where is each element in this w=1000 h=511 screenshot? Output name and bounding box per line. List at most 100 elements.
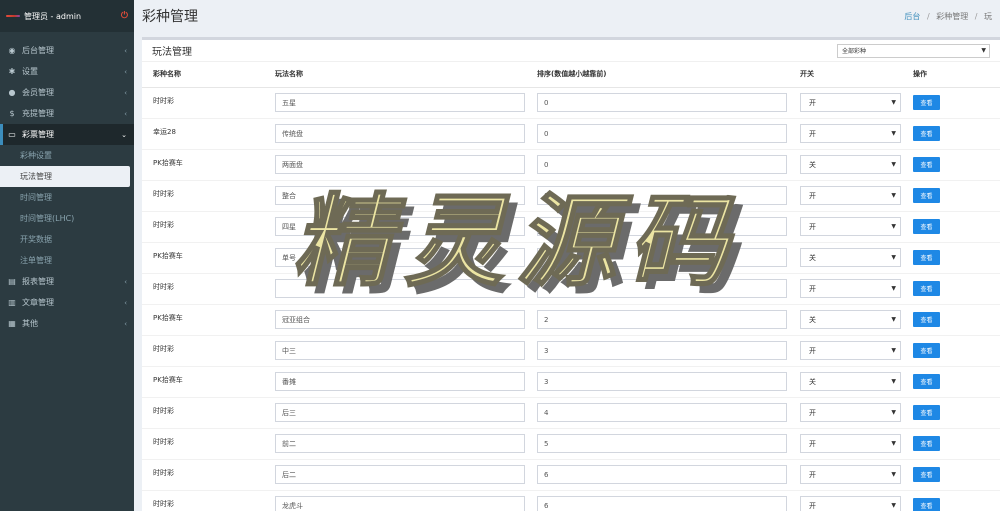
switch-cell: 开 ▼ bbox=[789, 334, 902, 366]
chevron-down-icon: ⌄ bbox=[121, 130, 127, 139]
sidebar-subitem-draw-data[interactable]: 开奖数据 bbox=[0, 229, 134, 250]
play-name-input[interactable]: 两面盘 bbox=[275, 155, 525, 174]
sidebar-item-members[interactable]: ● 会员管理 ‹ bbox=[0, 82, 134, 103]
view-button[interactable]: 查看 bbox=[913, 498, 940, 511]
sort-input[interactable]: 6 bbox=[537, 465, 787, 484]
sidebar-item-dashboard[interactable]: ◉ 后台管理 ‹ bbox=[0, 40, 134, 61]
table-row: 时时彩 后三 4 开 ▼ 查看 bbox=[142, 396, 1000, 428]
view-button[interactable]: 查看 bbox=[913, 343, 940, 358]
chevron-left-icon: ‹ bbox=[124, 67, 127, 76]
play-name-input[interactable]: 五星 bbox=[275, 93, 525, 112]
sort-input[interactable]: 2 bbox=[537, 310, 787, 329]
chevron-left-icon: ‹ bbox=[124, 277, 127, 286]
sort-input[interactable]: 3 bbox=[537, 372, 787, 391]
switch-select[interactable]: 开 ▼ bbox=[800, 465, 901, 484]
view-button[interactable]: 查看 bbox=[913, 126, 940, 141]
power-icon[interactable]: ⏻ bbox=[121, 11, 128, 21]
view-button[interactable]: 查看 bbox=[913, 374, 940, 389]
sidebar-subitem-orders[interactable]: 注单管理 bbox=[0, 250, 134, 271]
switch-select[interactable]: 开 ▼ bbox=[800, 434, 901, 453]
view-button[interactable]: 查看 bbox=[913, 219, 940, 234]
switch-select[interactable]: 开 ▼ bbox=[800, 186, 901, 205]
sort-cell: 3 bbox=[526, 334, 789, 366]
sort-input[interactable]: 5 bbox=[537, 434, 787, 453]
switch-value: 关 bbox=[809, 315, 816, 324]
chevron-left-icon: ‹ bbox=[124, 298, 127, 307]
switch-select[interactable]: 开 ▼ bbox=[800, 279, 901, 298]
view-button[interactable]: 查看 bbox=[913, 188, 940, 203]
breadcrumb-home[interactable]: 后台 bbox=[904, 12, 920, 21]
lottery-icon: ▭ bbox=[8, 130, 16, 139]
switch-select[interactable]: 开 ▼ bbox=[800, 93, 901, 112]
switch-cell: 开 ▼ bbox=[789, 210, 902, 242]
play-name-input[interactable]: 单号 bbox=[275, 248, 525, 267]
play-name-cell: 后二 bbox=[264, 458, 526, 490]
play-name-input[interactable]: 龙虎斗 bbox=[275, 496, 525, 511]
switch-cell: 开 ▼ bbox=[789, 272, 902, 304]
play-name-input[interactable]: 传统盘 bbox=[275, 124, 525, 143]
view-button[interactable]: 查看 bbox=[913, 157, 940, 172]
sort-input[interactable]: 0 bbox=[537, 93, 787, 112]
play-name-input[interactable]: 整合 bbox=[275, 186, 525, 205]
view-button[interactable]: 查看 bbox=[913, 467, 940, 482]
switch-select[interactable]: 开 ▼ bbox=[800, 403, 901, 422]
view-button[interactable]: 查看 bbox=[913, 95, 940, 110]
switch-select[interactable]: 关 ▼ bbox=[800, 310, 901, 329]
sort-input[interactable] bbox=[537, 248, 787, 267]
switch-select[interactable]: 关 ▼ bbox=[800, 372, 901, 391]
sort-input[interactable]: 3 bbox=[537, 341, 787, 360]
view-button[interactable]: 查看 bbox=[913, 250, 940, 265]
sidebar-item-articles[interactable]: ▥ 文章管理 ‹ bbox=[0, 292, 134, 313]
sidebar-subitem-play-management[interactable]: 玩法管理 bbox=[0, 166, 130, 187]
switch-select[interactable]: 关 ▼ bbox=[800, 155, 901, 174]
lottery-filter-select[interactable]: 全部彩种 ▼ bbox=[837, 43, 990, 58]
switch-select[interactable]: 开 ▼ bbox=[800, 217, 901, 236]
sort-input[interactable]: 4 bbox=[537, 403, 787, 422]
play-name-input[interactable]: 番摊 bbox=[275, 372, 525, 391]
table-row: PK拾赛车 两面盘 0 关 ▼ 查看 bbox=[142, 148, 1000, 180]
sort-input[interactable]: 0 bbox=[537, 155, 787, 174]
play-name-input[interactable]: 冠亚组合 bbox=[275, 310, 525, 329]
sort-input[interactable]: 6 bbox=[537, 496, 787, 511]
sidebar-item-settings[interactable]: ✱ 设置 ‹ bbox=[0, 61, 134, 82]
view-button[interactable]: 查看 bbox=[913, 312, 940, 327]
view-button[interactable]: 查看 bbox=[913, 405, 940, 420]
sidebar-item-other[interactable]: ▦ 其他 ‹ bbox=[0, 313, 134, 334]
column-header: 排序(数值越小越靠前) bbox=[526, 62, 789, 88]
play-name-input[interactable]: 四星 bbox=[275, 217, 525, 236]
play-name-input[interactable] bbox=[275, 279, 525, 298]
caret-down-icon: ▼ bbox=[891, 285, 896, 292]
sidebar-item-lottery[interactable]: ▭ 彩票管理 ⌄ bbox=[0, 124, 134, 145]
breadcrumb-item[interactable]: 彩种管理 bbox=[936, 12, 968, 21]
filter-select-value: 全部彩种 bbox=[842, 48, 867, 55]
column-header: 彩种名称 bbox=[142, 62, 264, 88]
sidebar-subitem-time-management-lhc[interactable]: 时间管理(LHC) bbox=[0, 208, 134, 229]
switch-select[interactable]: 关 ▼ bbox=[800, 248, 901, 267]
sidebar-subitem-lottery-settings[interactable]: 彩种设置 bbox=[0, 145, 134, 166]
sort-input[interactable] bbox=[537, 217, 787, 236]
sort-input[interactable]: 0 bbox=[537, 124, 787, 143]
play-name-input[interactable]: 后三 bbox=[275, 403, 525, 422]
caret-down-icon: ▼ bbox=[891, 192, 896, 199]
play-name-input[interactable]: 后二 bbox=[275, 465, 525, 484]
sidebar-subitem-time-management[interactable]: 时间管理 bbox=[0, 187, 134, 208]
view-button[interactable]: 查看 bbox=[913, 436, 940, 451]
sidebar-item-label: 后台管理 bbox=[22, 46, 54, 55]
play-name-cell: 五星 bbox=[264, 86, 526, 118]
sort-input[interactable] bbox=[537, 279, 787, 298]
sort-cell bbox=[526, 272, 789, 304]
view-button[interactable]: 查看 bbox=[913, 281, 940, 296]
report-icon: ▤ bbox=[8, 277, 16, 286]
switch-select[interactable]: 开 ▼ bbox=[800, 496, 901, 511]
sort-cell: 6 bbox=[526, 458, 789, 490]
dollar-icon: $ bbox=[9, 109, 15, 118]
sort-input[interactable]: 0 bbox=[537, 186, 787, 205]
switch-select[interactable]: 开 ▼ bbox=[800, 341, 901, 360]
play-name-input[interactable]: 中三 bbox=[275, 341, 525, 360]
sidebar-item-reports[interactable]: ▤ 报表管理 ‹ bbox=[0, 271, 134, 292]
table-row: 时时彩 中三 3 开 ▼ 查看 bbox=[142, 334, 1000, 366]
action-cell: 查看 bbox=[902, 86, 1000, 118]
switch-select[interactable]: 开 ▼ bbox=[800, 124, 901, 143]
sidebar-item-deposit[interactable]: $ 充提管理 ‹ bbox=[0, 103, 134, 124]
play-name-input[interactable]: 前二 bbox=[275, 434, 525, 453]
